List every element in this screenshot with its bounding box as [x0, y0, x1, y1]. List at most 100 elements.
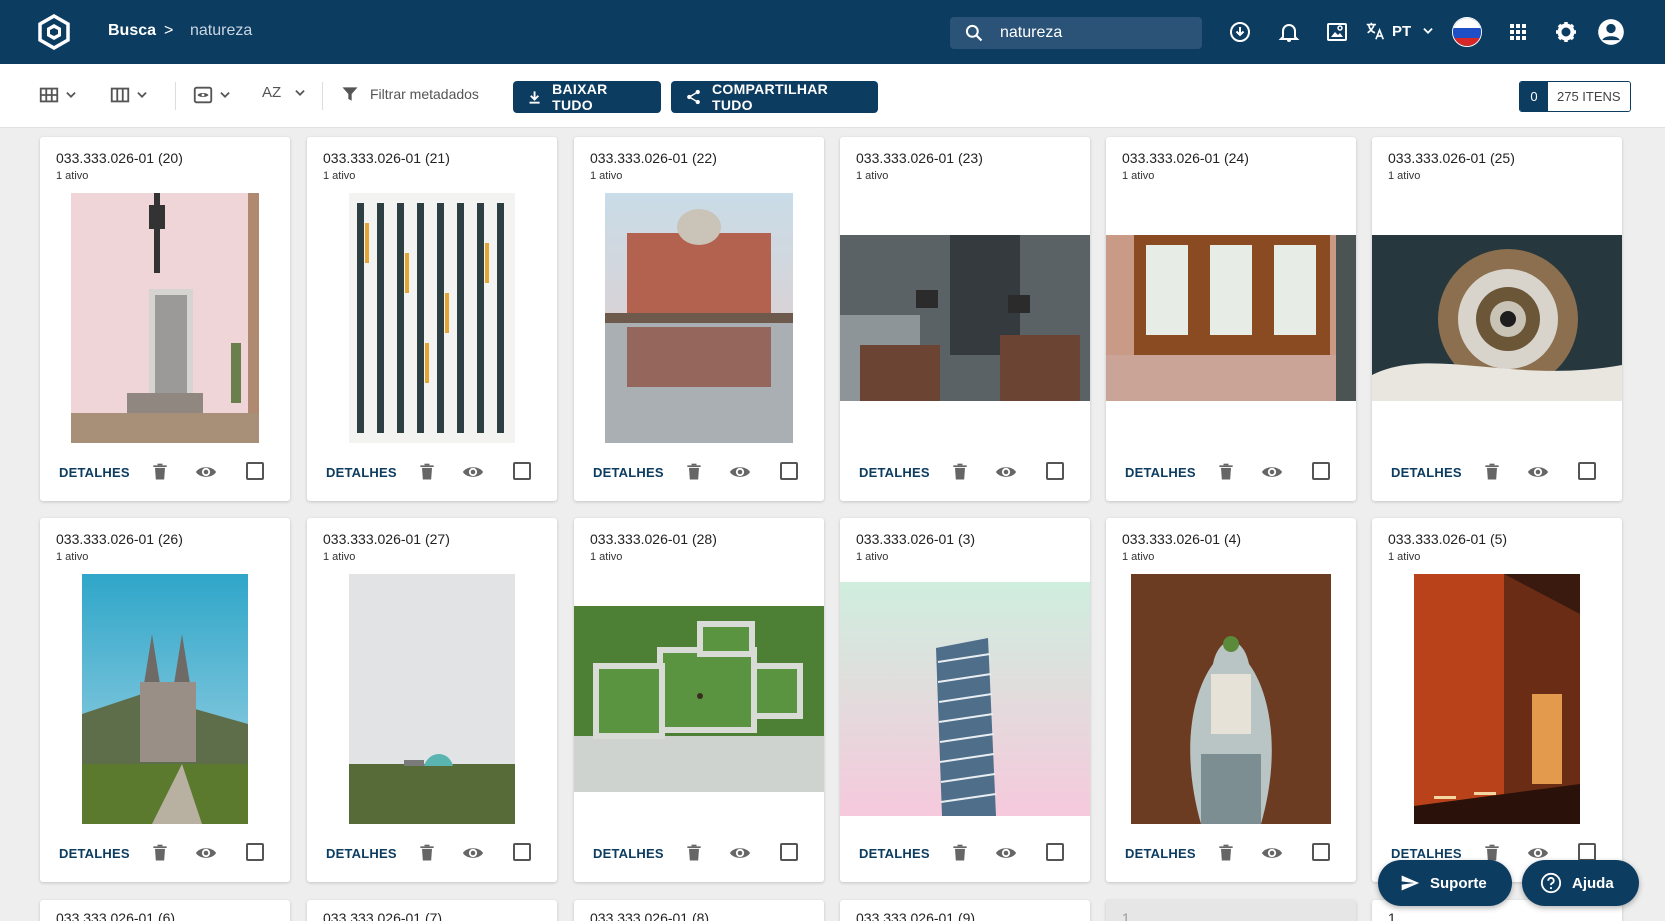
asset-card[interactable]: 033.333.026-01 (9) — [840, 900, 1090, 921]
thumbnail-image[interactable] — [1372, 235, 1622, 401]
flag-icon[interactable] — [1452, 17, 1482, 47]
card-title: 033.333.026-01 (25) — [1388, 150, 1515, 166]
details-link[interactable]: DETALHES — [326, 846, 397, 861]
eye-icon[interactable] — [1260, 461, 1284, 483]
thumbnail-image[interactable] — [349, 193, 515, 443]
asset-card[interactable]: 033.333.026-01 (27) 1 ativo DETALHES — [307, 518, 557, 882]
asset-card[interactable]: 033.333.026-01 (25) 1 ativo DETALHES — [1372, 137, 1622, 501]
details-link[interactable]: DETALHES — [859, 846, 930, 861]
select-checkbox[interactable] — [1046, 843, 1064, 861]
thumbnail-image[interactable] — [1414, 574, 1580, 824]
gear-icon[interactable] — [1554, 20, 1578, 44]
trash-icon[interactable] — [950, 461, 970, 483]
asset-card[interactable]: 033.333.026-01 (3) 1 ativo DETALHES — [840, 518, 1090, 882]
select-checkbox[interactable] — [246, 462, 264, 480]
select-checkbox[interactable] — [1312, 843, 1330, 861]
thumbnail-image[interactable] — [605, 193, 793, 443]
thumbnail-image[interactable] — [574, 606, 824, 792]
details-link[interactable]: DETALHES — [859, 465, 930, 480]
account-icon[interactable] — [1597, 18, 1625, 46]
details-link[interactable]: DETALHES — [1391, 846, 1462, 861]
select-checkbox[interactable] — [246, 843, 264, 861]
bell-icon[interactable] — [1277, 20, 1301, 44]
thumbnail-image[interactable] — [840, 582, 1090, 816]
asset-card[interactable]: 033.333.026-01 (5) 1 ativo DETALHES — [1372, 518, 1622, 882]
eye-icon[interactable] — [1526, 461, 1550, 483]
trash-icon[interactable] — [150, 461, 170, 483]
chevron-down-icon — [220, 92, 230, 98]
select-checkbox[interactable] — [1578, 843, 1596, 861]
asset-card[interactable]: 033.333.026-01 (21) 1 ativo DETALHES — [307, 137, 557, 501]
select-checkbox[interactable] — [513, 462, 531, 480]
select-checkbox[interactable] — [780, 843, 798, 861]
thumbnail-image[interactable] — [840, 235, 1090, 401]
asset-card[interactable]: 033.333.026-01 (7) — [307, 900, 557, 921]
select-checkbox[interactable] — [780, 462, 798, 480]
visibility-toggle[interactable] — [192, 84, 232, 106]
thumbnail-image[interactable] — [349, 574, 515, 824]
asset-card[interactable]: 033.333.026-01 (6) — [40, 900, 290, 921]
filter-metadata-button[interactable]: Filtrar metadados — [340, 84, 479, 104]
grid-view-toggle[interactable] — [38, 84, 78, 106]
breadcrumb-root[interactable]: Busca — [108, 22, 156, 40]
details-link[interactable]: DETALHES — [326, 465, 397, 480]
sort-toggle[interactable]: AZ — [262, 84, 307, 101]
details-link[interactable]: DETALHES — [1125, 465, 1196, 480]
details-link[interactable]: DETALHES — [59, 465, 130, 480]
help-button[interactable]: Ajuda — [1522, 860, 1639, 906]
image-search-icon[interactable] — [1325, 20, 1349, 44]
trash-icon[interactable] — [417, 842, 437, 864]
select-checkbox[interactable] — [1046, 462, 1064, 480]
search-box[interactable] — [950, 17, 1202, 49]
trash-icon[interactable] — [684, 461, 704, 483]
eye-icon[interactable] — [461, 461, 485, 483]
thumbnail-image[interactable] — [82, 574, 248, 824]
thumbnail-image[interactable] — [1106, 235, 1356, 401]
eye-icon[interactable] — [728, 842, 752, 864]
asset-card[interactable]: 033.333.026-01 (24) 1 ativo DETALHES — [1106, 137, 1356, 501]
thumbnail-image[interactable] — [1131, 574, 1331, 824]
download-icon[interactable] — [1228, 20, 1252, 44]
columns-toggle[interactable] — [109, 84, 149, 106]
asset-card[interactable]: 033.333.026-01 (23) 1 ativo DETALHES — [840, 137, 1090, 501]
eye-icon[interactable] — [728, 461, 752, 483]
asset-card[interactable]: 033.333.026-01 (4) 1 ativo DETALHES — [1106, 518, 1356, 882]
trash-icon[interactable] — [1216, 461, 1236, 483]
app-logo-icon[interactable] — [36, 14, 72, 50]
share-all-button[interactable]: COMPARTILHAR TUDO — [671, 81, 878, 113]
select-checkbox[interactable] — [1578, 462, 1596, 480]
select-checkbox[interactable] — [1312, 462, 1330, 480]
details-link[interactable]: DETALHES — [593, 846, 664, 861]
eye-icon[interactable] — [461, 842, 485, 864]
trash-icon[interactable] — [684, 842, 704, 864]
asset-card[interactable]: 033.333.026-01 (20) 1 ativo DETALHES — [40, 137, 290, 501]
download-all-button[interactable]: BAIXAR TUDO — [513, 81, 661, 113]
card-title: 033.333.026-01 (22) — [590, 150, 717, 166]
trash-icon[interactable] — [1482, 461, 1502, 483]
card-title: 033.333.026-01 (5) — [1388, 531, 1508, 547]
select-checkbox[interactable] — [513, 843, 531, 861]
support-button[interactable]: Suporte — [1378, 860, 1512, 906]
trash-icon[interactable] — [150, 842, 170, 864]
asset-card[interactable]: 033.333.026-01 (8) — [574, 900, 824, 921]
eye-icon[interactable] — [194, 461, 218, 483]
language-selector[interactable]: PT — [1364, 20, 1435, 42]
asset-grid: 033.333.026-01 (20) 1 ativo DETALHES 033… — [0, 128, 1665, 921]
trash-icon[interactable] — [950, 842, 970, 864]
search-input[interactable] — [1000, 23, 1190, 43]
details-link[interactable]: DETALHES — [59, 846, 130, 861]
asset-card[interactable]: 033.333.026-01 (22) 1 ativo DETALHES — [574, 137, 824, 501]
eye-icon[interactable] — [994, 842, 1018, 864]
eye-icon[interactable] — [1260, 842, 1284, 864]
eye-icon[interactable] — [194, 842, 218, 864]
asset-card[interactable]: 033.333.026-01 (28) 1 ativo DETALHES — [574, 518, 824, 882]
trash-icon[interactable] — [1216, 842, 1236, 864]
trash-icon[interactable] — [417, 461, 437, 483]
details-link[interactable]: DETALHES — [593, 465, 664, 480]
details-link[interactable]: DETALHES — [1391, 465, 1462, 480]
thumbnail-image[interactable] — [71, 193, 259, 443]
eye-icon[interactable] — [994, 461, 1018, 483]
apps-icon[interactable] — [1506, 20, 1530, 44]
details-link[interactable]: DETALHES — [1125, 846, 1196, 861]
asset-card[interactable]: 033.333.026-01 (26) 1 ativo DETALHES — [40, 518, 290, 882]
